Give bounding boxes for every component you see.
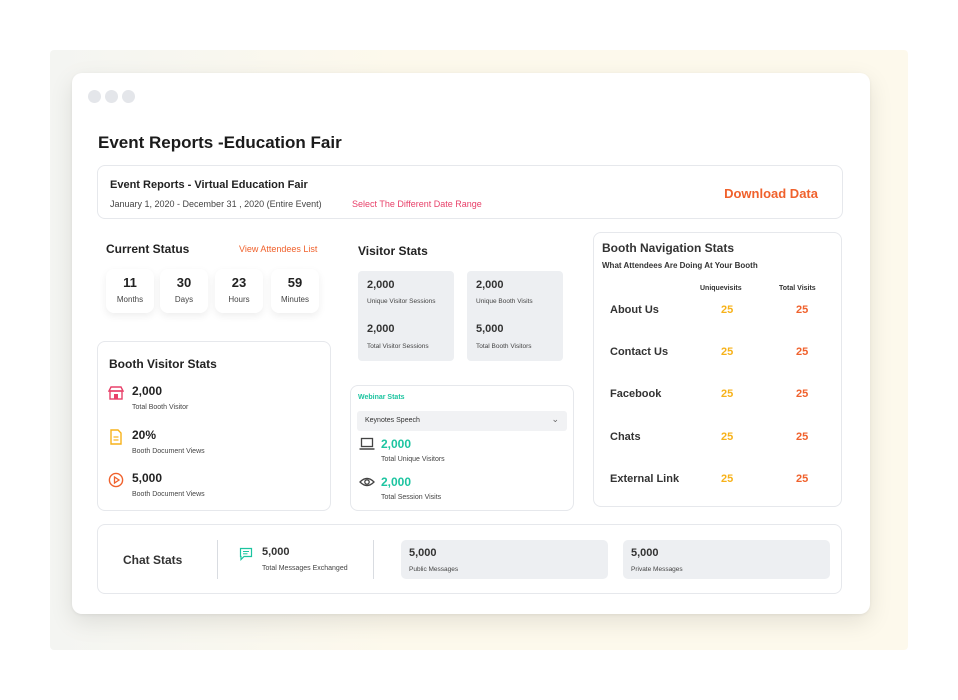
booth-visitor-stats-card: Booth Visitor Stats 2,000 Total Booth Vi…	[97, 341, 331, 511]
download-data-button[interactable]: Download Data	[724, 186, 818, 201]
webinar-stats-title: Webinar Stats	[358, 394, 405, 401]
countdown-value: 23	[231, 275, 247, 290]
current-status-title: Current Status	[106, 242, 190, 256]
event-name: Event Reports - Virtual Education Fair	[110, 179, 308, 191]
countdown-minutes: 59 Minutes	[271, 269, 319, 313]
booth-icon	[108, 386, 124, 400]
stat-value: 5,000	[132, 471, 163, 485]
chevron-down-icon: ⌄	[551, 414, 559, 424]
booth-navigation-subtitle: What Attendees Are Doing At Your Booth	[602, 261, 758, 270]
booth-navigation-card: Booth Navigation Stats What Attendees Ar…	[593, 232, 842, 507]
total-visits: 25	[796, 473, 809, 485]
document-icon	[110, 429, 122, 445]
stat-value: 2,000	[476, 279, 504, 291]
countdown-value: 30	[176, 275, 192, 290]
public-messages-value: 5,000	[409, 547, 437, 559]
stat-label: Unique Booth Visits	[476, 298, 533, 305]
date-range-bar: Event Reports - Virtual Education Fair J…	[97, 165, 843, 219]
nav-name: Chats	[610, 431, 641, 443]
stat-label: Total Booth Visitor	[132, 404, 189, 411]
private-messages-box: 5,000 Private Messages	[623, 540, 830, 579]
window-controls	[88, 90, 135, 103]
visitor-stats-box: 2,000 Unique Booth Visits 5,000 Total Bo…	[467, 271, 563, 361]
countdown-hours: 23 Hours	[215, 269, 263, 313]
public-messages-label: Public Messages	[409, 566, 459, 573]
page-title: Event Reports -Education Fair	[98, 133, 342, 152]
total-visits: 25	[796, 388, 809, 400]
visitor-stats-box: 2,000 Unique Visitor Sessions 2,000 Tota…	[358, 271, 454, 361]
window-dot[interactable]	[122, 90, 135, 103]
stat-value: 2,000	[132, 384, 163, 398]
unique-visits: 25	[721, 431, 734, 443]
messages-exchanged-value: 5,000	[262, 546, 290, 558]
webinar-select[interactable]: Keynotes Speech ⌄	[357, 411, 567, 431]
total-visits: 25	[796, 304, 809, 316]
date-range: January 1, 2020 - December 31 , 2020 (En…	[110, 199, 322, 209]
unique-visits: 25	[721, 388, 734, 400]
column-header-unique: Uniquevisits	[700, 285, 742, 292]
webinar-select-value: Keynotes Speech	[365, 417, 420, 424]
nav-name: Facebook	[610, 388, 662, 400]
message-icon	[239, 547, 253, 561]
private-messages-value: 5,000	[631, 547, 659, 559]
stat-label: Unique Visitor Sessions	[367, 298, 436, 305]
unique-visits: 25	[721, 304, 734, 316]
countdown-unit: Days	[174, 295, 194, 304]
stat-value: 5,000	[476, 323, 504, 335]
stat-label: Total Unique Visitors	[381, 456, 445, 463]
eye-icon	[359, 477, 375, 487]
countdown-unit: Hours	[228, 295, 250, 304]
select-date-range-link[interactable]: Select The Different Date Range	[352, 199, 482, 209]
chat-stats-title: Chat Stats	[123, 553, 183, 567]
divider	[217, 540, 218, 579]
total-visits: 25	[796, 431, 809, 443]
visitor-stats-title: Visitor Stats	[358, 244, 428, 258]
nav-name: External Link	[610, 473, 680, 485]
app-window: Event Reports -Education Fair Event Repo…	[72, 73, 870, 614]
private-messages-label: Private Messages	[631, 566, 683, 573]
unique-visits: 25	[721, 346, 734, 358]
stat-value: 2,000	[367, 323, 395, 335]
public-messages-box: 5,000 Public Messages	[401, 540, 608, 579]
stat-value: 20%	[132, 428, 157, 442]
chat-stats-card: Chat Stats 5,000 Total Messages Exchange…	[97, 524, 842, 594]
view-attendees-link[interactable]: View Attendees List	[239, 244, 317, 254]
play-icon	[108, 472, 124, 488]
unique-visits: 25	[721, 473, 734, 485]
window-dot[interactable]	[88, 90, 101, 103]
stat-value: 2,000	[367, 279, 395, 291]
stat-label: Total Session Visits	[381, 494, 442, 501]
column-header-total: Total Visits	[779, 285, 816, 292]
window-dot[interactable]	[105, 90, 118, 103]
divider	[373, 540, 374, 579]
countdown-value: 11	[123, 275, 137, 290]
messages-exchanged-label: Total Messages Exchanged	[262, 565, 348, 572]
stat-label: Booth Document Views	[132, 448, 205, 455]
countdown-months: 11 Months	[106, 269, 154, 313]
stat-value: 2,000	[381, 475, 412, 489]
countdown-unit: Minutes	[280, 295, 309, 304]
booth-navigation-title: Booth Navigation Stats	[602, 241, 735, 255]
countdown-unit: Months	[116, 295, 144, 304]
total-visits: 25	[796, 346, 809, 358]
countdown-value: 59	[287, 275, 303, 290]
stat-value: 2,000	[381, 437, 412, 451]
booth-visitor-stats-title: Booth Visitor Stats	[109, 357, 217, 371]
stat-label: Total Booth Visitors	[476, 343, 532, 350]
stat-label: Booth Document Views	[132, 491, 205, 498]
nav-name: Contact Us	[610, 346, 669, 358]
webinar-stats-card: Webinar Stats Keynotes Speech ⌄ 2,000 To…	[350, 385, 574, 511]
nav-name: About Us	[610, 304, 659, 316]
laptop-icon	[359, 437, 375, 450]
stat-label: Total Visitor Sessions	[367, 343, 429, 350]
countdown-days: 30 Days	[160, 269, 208, 313]
